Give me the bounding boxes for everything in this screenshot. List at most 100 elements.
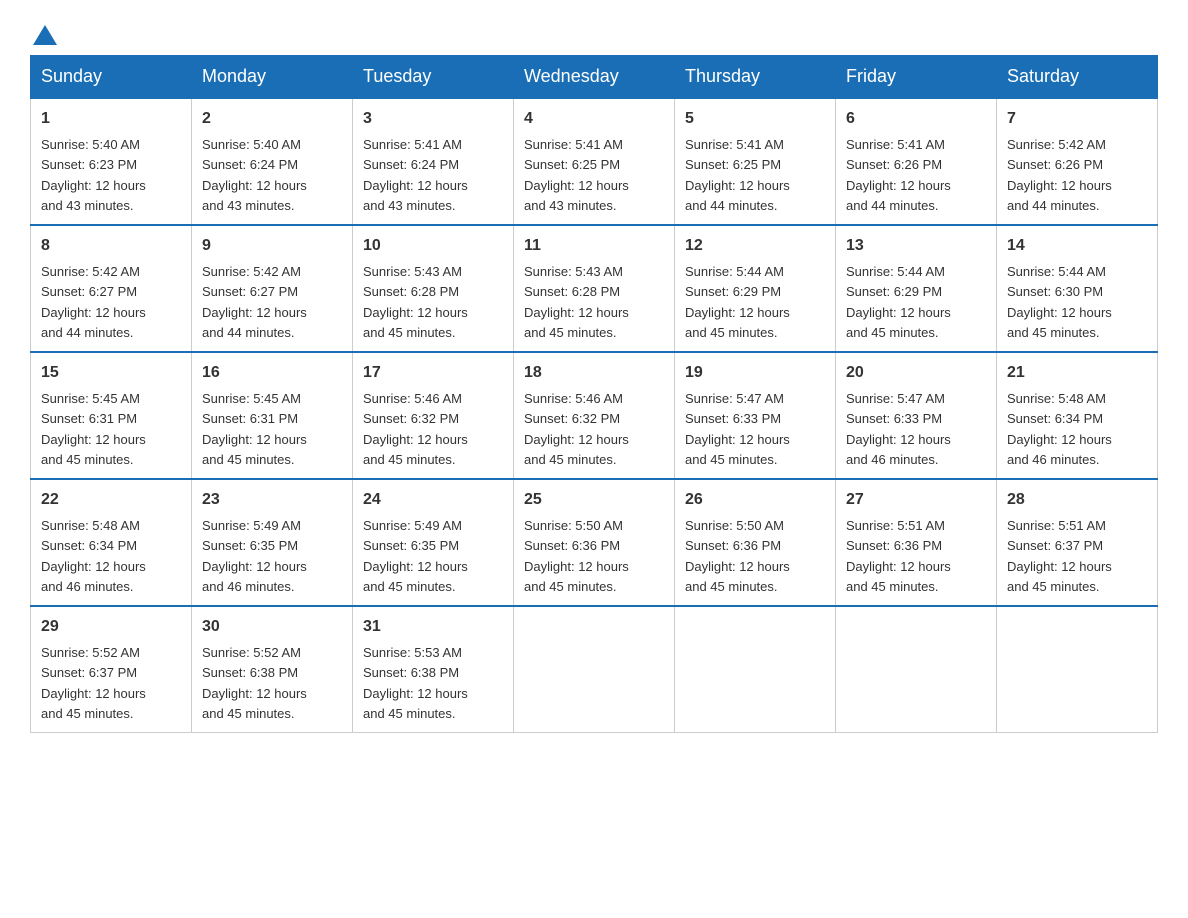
day-cell xyxy=(675,606,836,733)
day-info: Sunrise: 5:46 AMSunset: 6:32 PMDaylight:… xyxy=(524,391,629,467)
day-cell: 28 Sunrise: 5:51 AMSunset: 6:37 PMDaylig… xyxy=(997,479,1158,606)
day-cell: 29 Sunrise: 5:52 AMSunset: 6:37 PMDaylig… xyxy=(31,606,192,733)
day-number: 31 xyxy=(363,615,503,639)
day-cell: 4 Sunrise: 5:41 AMSunset: 6:25 PMDayligh… xyxy=(514,98,675,225)
day-cell: 15 Sunrise: 5:45 AMSunset: 6:31 PMDaylig… xyxy=(31,352,192,479)
day-number: 6 xyxy=(846,107,986,131)
day-number: 23 xyxy=(202,488,342,512)
week-row-3: 15 Sunrise: 5:45 AMSunset: 6:31 PMDaylig… xyxy=(31,352,1158,479)
day-cell: 12 Sunrise: 5:44 AMSunset: 6:29 PMDaylig… xyxy=(675,225,836,352)
day-cell: 9 Sunrise: 5:42 AMSunset: 6:27 PMDayligh… xyxy=(192,225,353,352)
day-info: Sunrise: 5:41 AMSunset: 6:24 PMDaylight:… xyxy=(363,137,468,213)
day-cell: 10 Sunrise: 5:43 AMSunset: 6:28 PMDaylig… xyxy=(353,225,514,352)
day-number: 20 xyxy=(846,361,986,385)
day-number: 28 xyxy=(1007,488,1147,512)
day-info: Sunrise: 5:48 AMSunset: 6:34 PMDaylight:… xyxy=(1007,391,1112,467)
day-number: 5 xyxy=(685,107,825,131)
header-thursday: Thursday xyxy=(675,56,836,99)
day-number: 1 xyxy=(41,107,181,131)
day-info: Sunrise: 5:41 AMSunset: 6:26 PMDaylight:… xyxy=(846,137,951,213)
day-number: 11 xyxy=(524,234,664,258)
day-info: Sunrise: 5:50 AMSunset: 6:36 PMDaylight:… xyxy=(685,518,790,594)
day-number: 13 xyxy=(846,234,986,258)
day-cell: 11 Sunrise: 5:43 AMSunset: 6:28 PMDaylig… xyxy=(514,225,675,352)
week-row-2: 8 Sunrise: 5:42 AMSunset: 6:27 PMDayligh… xyxy=(31,225,1158,352)
day-cell: 17 Sunrise: 5:46 AMSunset: 6:32 PMDaylig… xyxy=(353,352,514,479)
header-monday: Monday xyxy=(192,56,353,99)
day-info: Sunrise: 5:49 AMSunset: 6:35 PMDaylight:… xyxy=(202,518,307,594)
day-info: Sunrise: 5:45 AMSunset: 6:31 PMDaylight:… xyxy=(41,391,146,467)
day-info: Sunrise: 5:51 AMSunset: 6:37 PMDaylight:… xyxy=(1007,518,1112,594)
day-info: Sunrise: 5:52 AMSunset: 6:37 PMDaylight:… xyxy=(41,645,146,721)
day-info: Sunrise: 5:48 AMSunset: 6:34 PMDaylight:… xyxy=(41,518,146,594)
day-info: Sunrise: 5:53 AMSunset: 6:38 PMDaylight:… xyxy=(363,645,468,721)
day-number: 30 xyxy=(202,615,342,639)
day-number: 26 xyxy=(685,488,825,512)
day-number: 7 xyxy=(1007,107,1147,131)
day-cell xyxy=(997,606,1158,733)
week-row-4: 22 Sunrise: 5:48 AMSunset: 6:34 PMDaylig… xyxy=(31,479,1158,606)
day-info: Sunrise: 5:42 AMSunset: 6:27 PMDaylight:… xyxy=(202,264,307,340)
day-info: Sunrise: 5:41 AMSunset: 6:25 PMDaylight:… xyxy=(524,137,629,213)
day-number: 4 xyxy=(524,107,664,131)
day-cell: 7 Sunrise: 5:42 AMSunset: 6:26 PMDayligh… xyxy=(997,98,1158,225)
day-cell: 2 Sunrise: 5:40 AMSunset: 6:24 PMDayligh… xyxy=(192,98,353,225)
day-cell: 14 Sunrise: 5:44 AMSunset: 6:30 PMDaylig… xyxy=(997,225,1158,352)
day-cell: 5 Sunrise: 5:41 AMSunset: 6:25 PMDayligh… xyxy=(675,98,836,225)
day-info: Sunrise: 5:43 AMSunset: 6:28 PMDaylight:… xyxy=(363,264,468,340)
day-cell: 19 Sunrise: 5:47 AMSunset: 6:33 PMDaylig… xyxy=(675,352,836,479)
day-info: Sunrise: 5:40 AMSunset: 6:24 PMDaylight:… xyxy=(202,137,307,213)
header-row: SundayMondayTuesdayWednesdayThursdayFrid… xyxy=(31,56,1158,99)
day-number: 22 xyxy=(41,488,181,512)
day-info: Sunrise: 5:43 AMSunset: 6:28 PMDaylight:… xyxy=(524,264,629,340)
logo-general xyxy=(30,25,57,45)
day-cell xyxy=(514,606,675,733)
day-info: Sunrise: 5:42 AMSunset: 6:27 PMDaylight:… xyxy=(41,264,146,340)
calendar-header: SundayMondayTuesdayWednesdayThursdayFrid… xyxy=(31,56,1158,99)
day-number: 29 xyxy=(41,615,181,639)
day-number: 3 xyxy=(363,107,503,131)
day-number: 9 xyxy=(202,234,342,258)
day-info: Sunrise: 5:45 AMSunset: 6:31 PMDaylight:… xyxy=(202,391,307,467)
day-cell: 1 Sunrise: 5:40 AMSunset: 6:23 PMDayligh… xyxy=(31,98,192,225)
day-cell: 30 Sunrise: 5:52 AMSunset: 6:38 PMDaylig… xyxy=(192,606,353,733)
calendar-table: SundayMondayTuesdayWednesdayThursdayFrid… xyxy=(30,55,1158,733)
day-info: Sunrise: 5:44 AMSunset: 6:30 PMDaylight:… xyxy=(1007,264,1112,340)
day-cell: 21 Sunrise: 5:48 AMSunset: 6:34 PMDaylig… xyxy=(997,352,1158,479)
day-number: 16 xyxy=(202,361,342,385)
day-info: Sunrise: 5:42 AMSunset: 6:26 PMDaylight:… xyxy=(1007,137,1112,213)
day-number: 18 xyxy=(524,361,664,385)
day-number: 21 xyxy=(1007,361,1147,385)
day-info: Sunrise: 5:46 AMSunset: 6:32 PMDaylight:… xyxy=(363,391,468,467)
header-friday: Friday xyxy=(836,56,997,99)
day-info: Sunrise: 5:44 AMSunset: 6:29 PMDaylight:… xyxy=(685,264,790,340)
day-info: Sunrise: 5:49 AMSunset: 6:35 PMDaylight:… xyxy=(363,518,468,594)
calendar-body: 1 Sunrise: 5:40 AMSunset: 6:23 PMDayligh… xyxy=(31,98,1158,733)
day-info: Sunrise: 5:47 AMSunset: 6:33 PMDaylight:… xyxy=(846,391,951,467)
day-number: 14 xyxy=(1007,234,1147,258)
day-cell: 23 Sunrise: 5:49 AMSunset: 6:35 PMDaylig… xyxy=(192,479,353,606)
day-number: 19 xyxy=(685,361,825,385)
day-cell: 20 Sunrise: 5:47 AMSunset: 6:33 PMDaylig… xyxy=(836,352,997,479)
day-info: Sunrise: 5:50 AMSunset: 6:36 PMDaylight:… xyxy=(524,518,629,594)
day-cell: 26 Sunrise: 5:50 AMSunset: 6:36 PMDaylig… xyxy=(675,479,836,606)
day-number: 12 xyxy=(685,234,825,258)
logo xyxy=(30,25,57,45)
day-info: Sunrise: 5:44 AMSunset: 6:29 PMDaylight:… xyxy=(846,264,951,340)
day-cell: 25 Sunrise: 5:50 AMSunset: 6:36 PMDaylig… xyxy=(514,479,675,606)
day-info: Sunrise: 5:52 AMSunset: 6:38 PMDaylight:… xyxy=(202,645,307,721)
header-tuesday: Tuesday xyxy=(353,56,514,99)
day-number: 8 xyxy=(41,234,181,258)
day-cell xyxy=(836,606,997,733)
day-cell: 13 Sunrise: 5:44 AMSunset: 6:29 PMDaylig… xyxy=(836,225,997,352)
day-number: 10 xyxy=(363,234,503,258)
day-number: 27 xyxy=(846,488,986,512)
day-info: Sunrise: 5:47 AMSunset: 6:33 PMDaylight:… xyxy=(685,391,790,467)
page-header xyxy=(30,20,1158,45)
day-cell: 16 Sunrise: 5:45 AMSunset: 6:31 PMDaylig… xyxy=(192,352,353,479)
day-cell: 3 Sunrise: 5:41 AMSunset: 6:24 PMDayligh… xyxy=(353,98,514,225)
day-number: 17 xyxy=(363,361,503,385)
day-cell: 27 Sunrise: 5:51 AMSunset: 6:36 PMDaylig… xyxy=(836,479,997,606)
week-row-5: 29 Sunrise: 5:52 AMSunset: 6:37 PMDaylig… xyxy=(31,606,1158,733)
day-cell: 22 Sunrise: 5:48 AMSunset: 6:34 PMDaylig… xyxy=(31,479,192,606)
